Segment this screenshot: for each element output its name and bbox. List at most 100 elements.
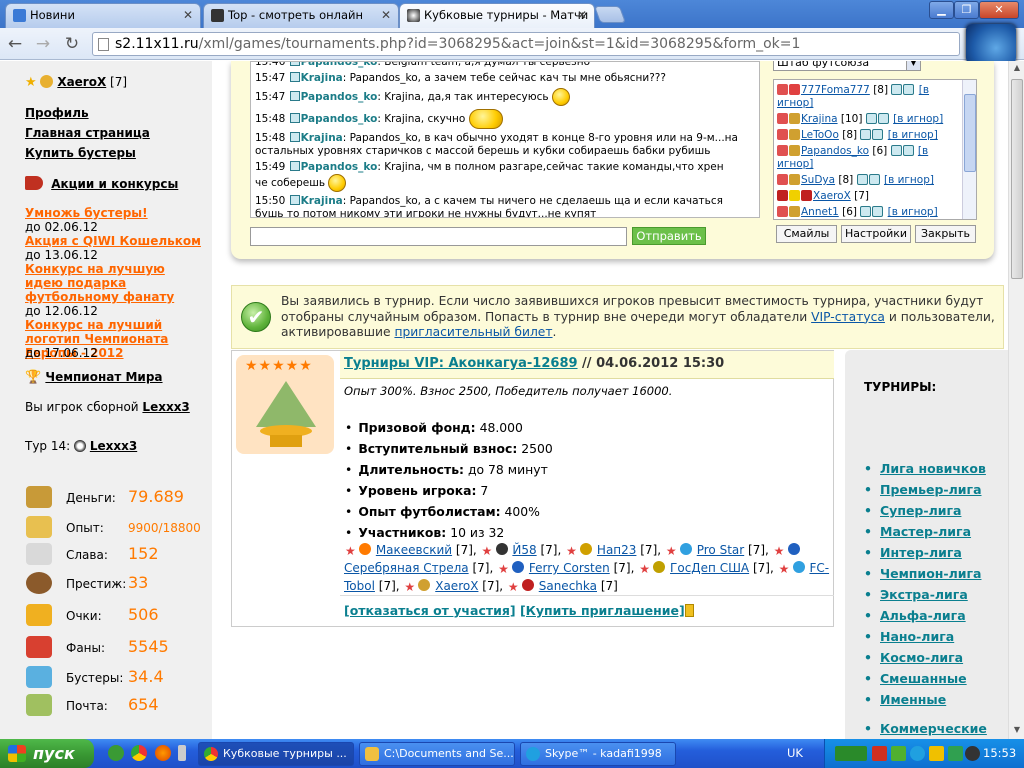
minimize-button[interactable]: ▁ xyxy=(929,1,954,19)
language-indicator[interactable]: UK xyxy=(787,746,803,760)
user-name-link[interactable]: Krajina xyxy=(801,113,838,125)
volume-icon[interactable] xyxy=(965,746,980,761)
skype-tray-icon[interactable] xyxy=(910,746,925,761)
user-name-link[interactable]: 777Foma777 xyxy=(801,84,870,96)
task-skype[interactable]: Skype™ - kadafi1998 xyxy=(520,742,676,766)
info-icon[interactable] xyxy=(890,145,902,156)
update-icon[interactable] xyxy=(929,746,944,761)
league-link[interactable]: Нано-лига xyxy=(880,629,954,644)
restore-button[interactable]: ❐ xyxy=(954,1,979,19)
user-name-link[interactable]: SuDya xyxy=(801,174,835,186)
ignore-link[interactable]: [в игнор] xyxy=(888,206,938,218)
send-button[interactable]: Отправить xyxy=(632,227,706,245)
task-explorer[interactable]: C:\Documents and Se... xyxy=(359,742,515,766)
firefox-icon[interactable] xyxy=(155,745,171,761)
message-nick[interactable]: Papandos_ko xyxy=(301,161,378,173)
new-tab-button[interactable] xyxy=(593,6,627,23)
smileys-button[interactable]: Смайлы xyxy=(776,225,837,243)
message-nick[interactable]: Papandos_ko xyxy=(301,113,378,125)
message-nick[interactable]: Krajina xyxy=(301,72,343,84)
promo-link[interactable]: Акции и конкурсы xyxy=(51,177,178,191)
league-link[interactable]: Мастер-лига xyxy=(880,524,971,539)
antivirus-icon[interactable] xyxy=(872,746,887,761)
message-icon[interactable] xyxy=(877,113,889,124)
user-name-link[interactable]: Annet1 xyxy=(801,206,839,218)
forward-arrow-icon[interactable]: → xyxy=(31,32,55,56)
user-name-link[interactable]: Papandos_ko xyxy=(801,145,869,157)
participant-link[interactable]: XaeroX xyxy=(435,579,478,593)
promo-item-link[interactable]: Конкурс на лучшую идею подарка футбольно… xyxy=(25,262,174,304)
utorrent-icon[interactable] xyxy=(108,745,124,761)
network-icon[interactable] xyxy=(891,746,906,761)
promo-item-link[interactable]: Умножь бустеры! xyxy=(25,206,148,220)
tab-cup-tournaments[interactable]: Кубковые турниры - Матчи ✕ xyxy=(399,3,595,29)
scroll-up-arrow-icon[interactable]: ▲ xyxy=(1011,63,1023,75)
info-icon[interactable] xyxy=(856,174,868,185)
participant-link[interactable]: Sanechka xyxy=(539,579,597,593)
message-icon[interactable] xyxy=(872,206,884,217)
tab-close-icon[interactable]: ✕ xyxy=(381,4,391,26)
message-icon[interactable] xyxy=(872,129,884,140)
league-link[interactable]: Альфа-лига xyxy=(880,608,966,623)
participant-link[interactable]: Pro Star xyxy=(697,543,744,557)
ignore-link[interactable]: [в игнор] xyxy=(893,113,943,125)
user-name-link[interactable]: XaeroX xyxy=(57,75,106,89)
info-icon[interactable] xyxy=(865,113,877,124)
home-link[interactable]: Главная страница xyxy=(25,126,150,140)
back-arrow-icon[interactable]: ← xyxy=(3,32,27,56)
league-link[interactable]: Экстра-лига xyxy=(880,587,968,602)
profile-link[interactable]: Профиль xyxy=(25,106,89,120)
info-icon[interactable] xyxy=(289,132,300,142)
vip-status-link[interactable]: VIP-статуса xyxy=(811,310,885,324)
tournament-title-link[interactable]: Турниры VIP: Аконкагуа-12689 xyxy=(344,356,578,371)
tab-novini[interactable]: Новини ✕ xyxy=(5,3,201,28)
info-icon[interactable] xyxy=(289,113,300,123)
show-more-icon[interactable] xyxy=(178,745,186,761)
scroll-thumb[interactable] xyxy=(1011,79,1023,279)
user-name-link[interactable]: LeToOo xyxy=(801,129,839,141)
participant-link[interactable]: Макеевский xyxy=(376,543,452,557)
message-icon[interactable] xyxy=(903,84,915,95)
participant-link[interactable]: Ferry Corsten xyxy=(529,561,610,575)
chrome-icon[interactable] xyxy=(131,745,147,761)
address-bar[interactable]: s2.11x11.ru/xml/games/tournaments.php?id… xyxy=(92,32,960,56)
league-link[interactable]: Лига новичков xyxy=(880,461,986,476)
tab-top[interactable]: Top - смотреть онлайн ✕ xyxy=(203,3,399,28)
chat-input[interactable] xyxy=(250,227,627,246)
info-icon[interactable] xyxy=(289,195,300,205)
message-nick[interactable]: Papandos_ko xyxy=(301,91,378,103)
start-button[interactable]: пуск xyxy=(0,739,94,768)
participant-link[interactable]: Серебряная Стрела xyxy=(344,561,469,575)
league-link[interactable]: Премьер-лига xyxy=(880,482,982,497)
league-link[interactable]: Смешанные xyxy=(880,671,967,686)
reload-icon[interactable]: ↻ xyxy=(60,32,84,56)
close-chat-button[interactable]: Закрыть xyxy=(915,225,976,243)
league-link[interactable]: Чемпион-лига xyxy=(880,566,981,581)
info-icon[interactable] xyxy=(289,62,300,66)
message-icon[interactable] xyxy=(868,174,880,185)
team-user-link[interactable]: Lexxx3 xyxy=(142,400,189,414)
info-icon[interactable] xyxy=(289,91,300,101)
league-link[interactable]: Космо-лига xyxy=(880,650,963,665)
counter-icon[interactable] xyxy=(835,746,867,761)
settings-button[interactable]: Настройки xyxy=(841,225,911,243)
info-icon[interactable] xyxy=(891,84,903,95)
league-link[interactable]: Интер-лига xyxy=(880,545,962,560)
world-cup-link[interactable]: Чемпионат Мира xyxy=(45,370,162,384)
arrow-icon[interactable] xyxy=(948,746,963,761)
info-icon[interactable] xyxy=(860,206,872,217)
tab-close-icon[interactable]: ✕ xyxy=(577,4,587,26)
promo-item-link[interactable]: Акция с QIWI Кошельком xyxy=(25,234,201,248)
message-nick[interactable]: Papandos_ko xyxy=(301,62,378,68)
info-icon[interactable] xyxy=(289,161,300,171)
message-nick[interactable]: Krajina xyxy=(301,195,343,207)
user-name-link[interactable]: XaeroX xyxy=(813,190,851,202)
league-link[interactable]: Супер-лига xyxy=(880,503,961,518)
message-icon[interactable] xyxy=(902,145,914,156)
close-window-button[interactable]: ✕ xyxy=(979,1,1019,19)
user-list-scrollbar[interactable] xyxy=(962,80,976,219)
page-scrollbar[interactable]: ▲ ▼ xyxy=(1008,61,1024,739)
participant-link[interactable]: Нап23 xyxy=(597,543,637,557)
tab-close-icon[interactable]: ✕ xyxy=(183,4,193,26)
chat-log[interactable]: 15:46 Papandos_ko: Belgium team, а,я дум… xyxy=(250,61,760,218)
